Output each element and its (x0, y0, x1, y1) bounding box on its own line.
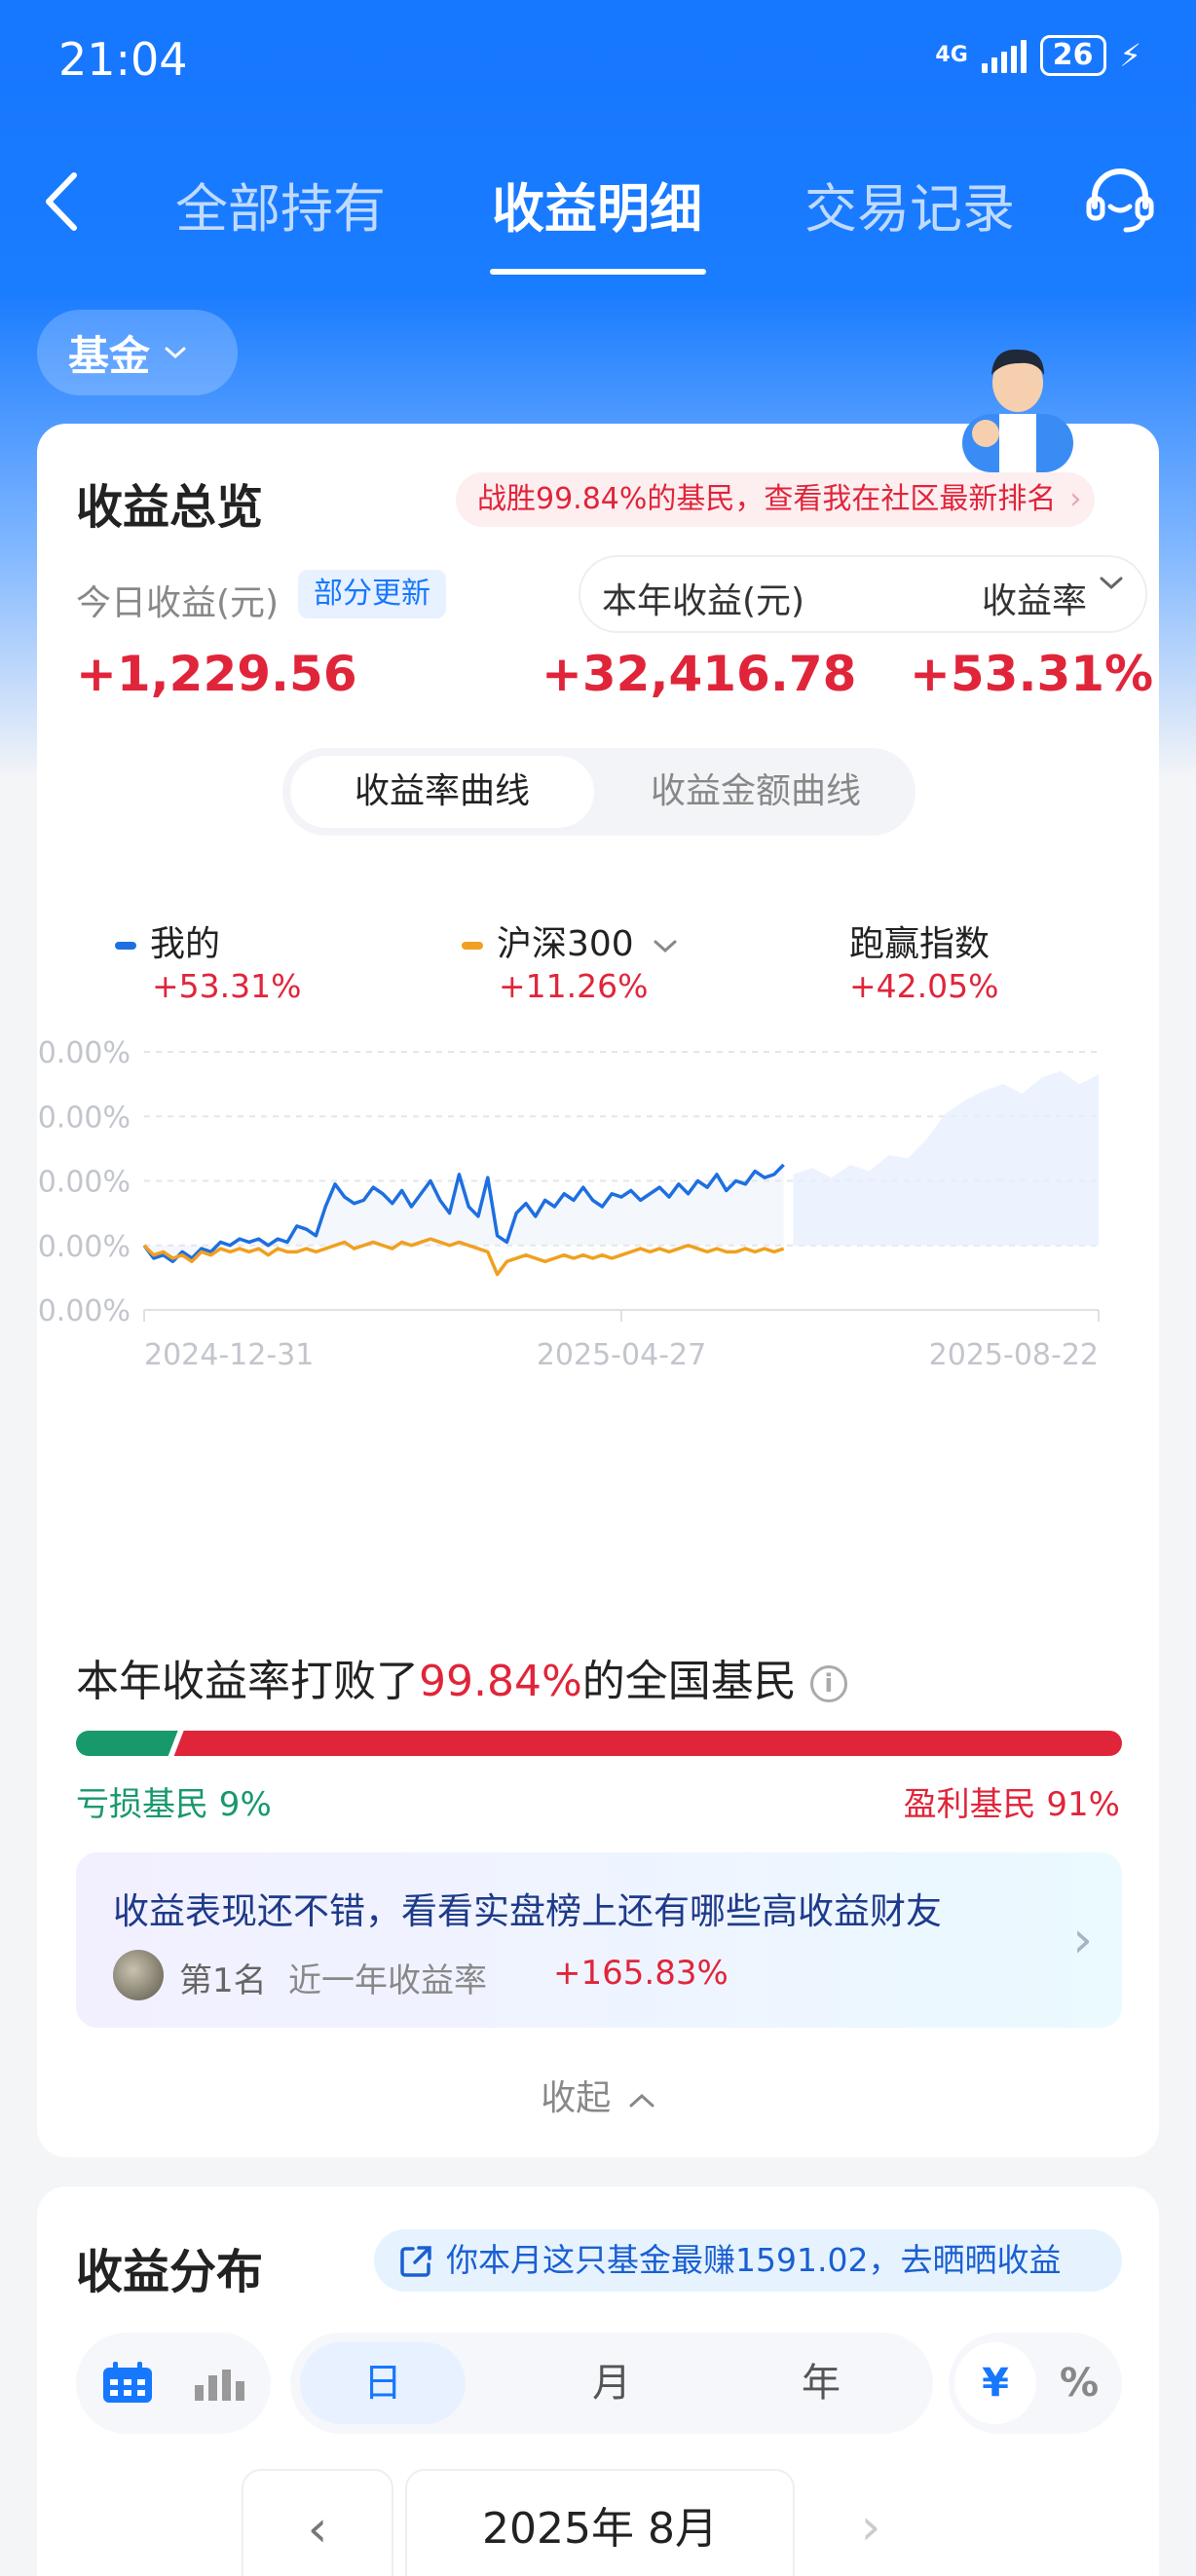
chevron-down-icon (1100, 577, 1123, 590)
x-tick-label: 2025-08-22 (929, 1338, 1099, 1372)
investor-distribution-bar (76, 1731, 1122, 1756)
beat-statement: 本年收益率打败了99.84%的全国基民 i (76, 1646, 847, 1708)
promo-title: 收益表现还不错，看看实盘榜上还有哪些高收益财友 (113, 1890, 942, 1932)
mascot-illustration (962, 349, 1073, 472)
profit-segment (173, 1731, 1122, 1756)
loss-segment (76, 1731, 178, 1756)
y-tick-label: 0.00% (38, 1230, 131, 1264)
y-tick-label: +20.00% (37, 1166, 131, 1200)
x-tick-label: 2025-04-27 (537, 1338, 706, 1372)
distribution-title: 收益分布 (76, 2245, 264, 2299)
unit-toggle: ¥ % (949, 2333, 1122, 2434)
unit-amount[interactable]: ¥ (954, 2342, 1036, 2424)
legend-index-swatch (462, 942, 483, 950)
period-month[interactable]: 月 (529, 2342, 694, 2424)
legend-index-value: +11.26% (499, 967, 649, 1005)
month-label[interactable]: 2025年 8月 (405, 2469, 795, 2576)
share-text: 你本月这只基金最赚1591.02，去晒晒收益 (446, 2241, 1062, 2279)
legend-outperform: 跑赢指数 (849, 924, 990, 964)
beat-suffix: 的全国基民 (581, 1657, 797, 1706)
year-profit-label: 本年收益(元) (602, 581, 805, 621)
calendar-icon[interactable] (101, 2362, 154, 2405)
promo-rank: 第1名 (179, 1961, 267, 2000)
chevron-down-icon (165, 347, 186, 359)
forecast-area (793, 1070, 1099, 1246)
collapse-button[interactable]: 收起 (37, 2070, 1159, 2120)
signal-icon (981, 38, 1027, 73)
view-mode-toggle (76, 2333, 271, 2434)
rank-text: 战胜99.84%的基民，查看我在社区最新排名 (477, 482, 1057, 516)
beat-percent: 99.84% (419, 1657, 582, 1706)
year-profit-selector[interactable]: 本年收益(元) 收益率 (579, 555, 1147, 633)
chevron-right-icon: › (1072, 1911, 1093, 1969)
period-day[interactable]: 日 (300, 2342, 466, 2424)
filter-label: 基金 (68, 331, 151, 380)
share-profit-link[interactable]: 你本月这只基金最赚1591.02，去晒晒收益 (374, 2229, 1122, 2292)
community-rank-link[interactable]: 战胜99.84%的基民，查看我在社区最新排名 › (456, 472, 1096, 527)
network-type: 4G (935, 43, 968, 67)
tab-all-holdings[interactable]: 全部持有 (175, 166, 386, 243)
tab-transactions[interactable]: 交易记录 (804, 166, 1015, 243)
profit-overview-card: 收益总览 战胜99.84%的基民，查看我在社区最新排名 › 今日收益(元) 部分… (37, 424, 1159, 2157)
chevron-up-icon (629, 2093, 654, 2108)
profit-rate-chart: +60.00% +40.00% +20.00% 0.00% -20.00% 2024-12… (37, 1036, 1100, 1372)
rate-label: 收益率 (981, 581, 1087, 621)
top-nav: 全部持有 收益明细 交易记录 (0, 146, 1196, 275)
battery-icon: 26 (1039, 35, 1106, 76)
status-bar: 21:04 4G 26 ⚡ (0, 0, 1196, 117)
legend-mine-swatch (115, 942, 136, 950)
collapse-label: 收起 (541, 2078, 612, 2118)
customer-service-icon[interactable] (1083, 164, 1157, 238)
charging-icon: ⚡ (1119, 37, 1141, 74)
profit-rate-value: +53.31% (910, 646, 1154, 702)
promo-desc: 近一年收益率 (288, 1961, 487, 2000)
x-tick-label: 2024-12-31 (144, 1338, 314, 1372)
leaderboard-promo[interactable]: 收益表现还不错，看看实盘榜上还有哪些高收益财友 第1名 近一年收益率 +165.… (76, 1852, 1122, 2028)
distribution-controls: 日 月 年 ¥ % (76, 2333, 1122, 2434)
chevron-down-icon (654, 940, 677, 953)
y-tick-label: -20.00% (37, 1294, 131, 1328)
period-year[interactable]: 年 (738, 2342, 904, 2424)
status-indicators: 4G 26 ⚡ (935, 35, 1141, 76)
next-month-button[interactable]: › (841, 2469, 900, 2576)
y-tick-label: +40.00% (37, 1101, 131, 1135)
profit-distribution-card: 收益分布 你本月这只基金最赚1591.02，去晒晒收益 日 月 年 ¥ % ‹ … (37, 2186, 1159, 2576)
overview-title: 收益总览 (76, 480, 264, 535)
tab-rate-curve[interactable]: 收益率曲线 (290, 756, 594, 828)
back-icon[interactable] (39, 168, 88, 236)
partial-update-tag: 部分更新 (298, 570, 446, 618)
chevron-right-icon: › (1069, 482, 1082, 516)
beat-prefix: 本年收益率打败了 (76, 1657, 419, 1706)
info-icon[interactable]: i (809, 1665, 847, 1702)
legend-mine: 我的 (115, 915, 220, 966)
avatar (113, 1950, 164, 2000)
month-navigator: ‹ 2025年 8月 › (37, 2469, 1159, 2576)
today-profit-label: 今日收益(元) (76, 583, 280, 623)
legend-outperform-value: +42.05% (849, 967, 999, 1005)
period-toggle: 日 月 年 (290, 2333, 933, 2434)
y-tick-label: +60.00% (37, 1036, 131, 1070)
prev-month-button[interactable]: ‹ (242, 2469, 393, 2576)
tab-profit-detail[interactable]: 收益明细 (492, 166, 702, 243)
active-tab-indicator (490, 269, 706, 275)
share-icon (400, 2246, 431, 2277)
fund-type-filter[interactable]: 基金 (37, 310, 238, 395)
status-time: 21:04 (58, 33, 188, 86)
today-profit-value: +1,229.56 (76, 646, 357, 702)
promo-value: +165.83% (553, 1954, 729, 1993)
legend-index-selector[interactable]: 沪深300 (462, 915, 678, 966)
loss-investors-label: 亏损基民 9% (76, 1785, 272, 1824)
curve-type-toggle: 收益率曲线 收益金额曲线 (282, 748, 916, 836)
year-profit-value: +32,416.78 (542, 646, 857, 702)
legend-mine-value: +53.31% (152, 967, 302, 1005)
tab-amount-curve[interactable]: 收益金额曲线 (604, 756, 908, 828)
bar-chart-icon[interactable] (193, 2368, 245, 2401)
profit-investors-label: 盈利基民 91% (903, 1785, 1120, 1824)
legend-index-label: 沪深300 (497, 924, 634, 964)
legend-mine-label: 我的 (150, 924, 221, 964)
unit-percent[interactable]: % (1038, 2342, 1120, 2424)
